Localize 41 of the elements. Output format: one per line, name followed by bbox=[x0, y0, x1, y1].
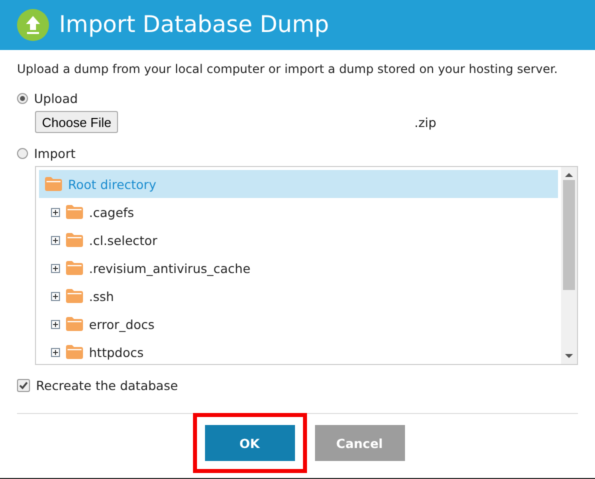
window-title: Import Database Dump bbox=[59, 12, 329, 38]
tree-row[interactable]: httpdocs bbox=[39, 338, 558, 364]
folder-icon bbox=[66, 261, 83, 275]
radio-button[interactable] bbox=[17, 92, 28, 104]
choose-file-button[interactable]: Choose File bbox=[35, 111, 118, 133]
expand-icon[interactable] bbox=[51, 208, 60, 216]
folder-name: httpdocs bbox=[89, 344, 144, 360]
radio-label: Upload bbox=[34, 90, 78, 106]
folder-name: .cl.selector bbox=[89, 232, 158, 248]
scrollbar[interactable] bbox=[561, 167, 577, 364]
folder-icon bbox=[66, 205, 83, 219]
expand-icon[interactable] bbox=[51, 236, 60, 244]
tree-row[interactable]: error_docs bbox=[39, 310, 558, 338]
expand-icon[interactable] bbox=[51, 264, 60, 272]
checkbox[interactable] bbox=[17, 378, 30, 392]
folder-name: .revisium_antivirus_cache bbox=[89, 260, 250, 276]
checkbox-label: Recreate the database bbox=[36, 378, 178, 392]
file-extension: .zip bbox=[414, 114, 436, 130]
upload-icon bbox=[17, 9, 49, 41]
expand-icon[interactable] bbox=[51, 292, 60, 300]
folder-name: .cagefs bbox=[89, 204, 134, 220]
folder-name: error_docs bbox=[89, 316, 154, 332]
folder-name: Root directory bbox=[68, 176, 156, 192]
scroll-up-icon[interactable] bbox=[565, 172, 573, 178]
folder-icon bbox=[45, 177, 62, 191]
description: Upload a dump from your local computer or import a dump stored on your hosting server. bbox=[17, 62, 559, 76]
folder-icon bbox=[66, 345, 83, 359]
ok-button[interactable]: OK bbox=[204, 425, 294, 461]
scroll-down-icon[interactable] bbox=[565, 353, 573, 359]
radio-button[interactable] bbox=[17, 148, 28, 158]
radio-label: Import bbox=[34, 146, 76, 160]
folder-icon bbox=[66, 289, 83, 303]
folder-name: .ssh bbox=[89, 288, 114, 304]
expand-icon[interactable] bbox=[51, 348, 60, 356]
folder-icon bbox=[66, 317, 83, 331]
tree-row[interactable]: .cl.selector bbox=[39, 226, 558, 254]
expand-icon[interactable] bbox=[51, 320, 60, 328]
tree-row[interactable]: .cagefs bbox=[39, 198, 558, 226]
tree-row[interactable]: .ssh bbox=[39, 282, 558, 310]
tree-row[interactable]: .revisium_antivirus_cache bbox=[39, 254, 558, 282]
folder-icon bbox=[66, 233, 83, 247]
